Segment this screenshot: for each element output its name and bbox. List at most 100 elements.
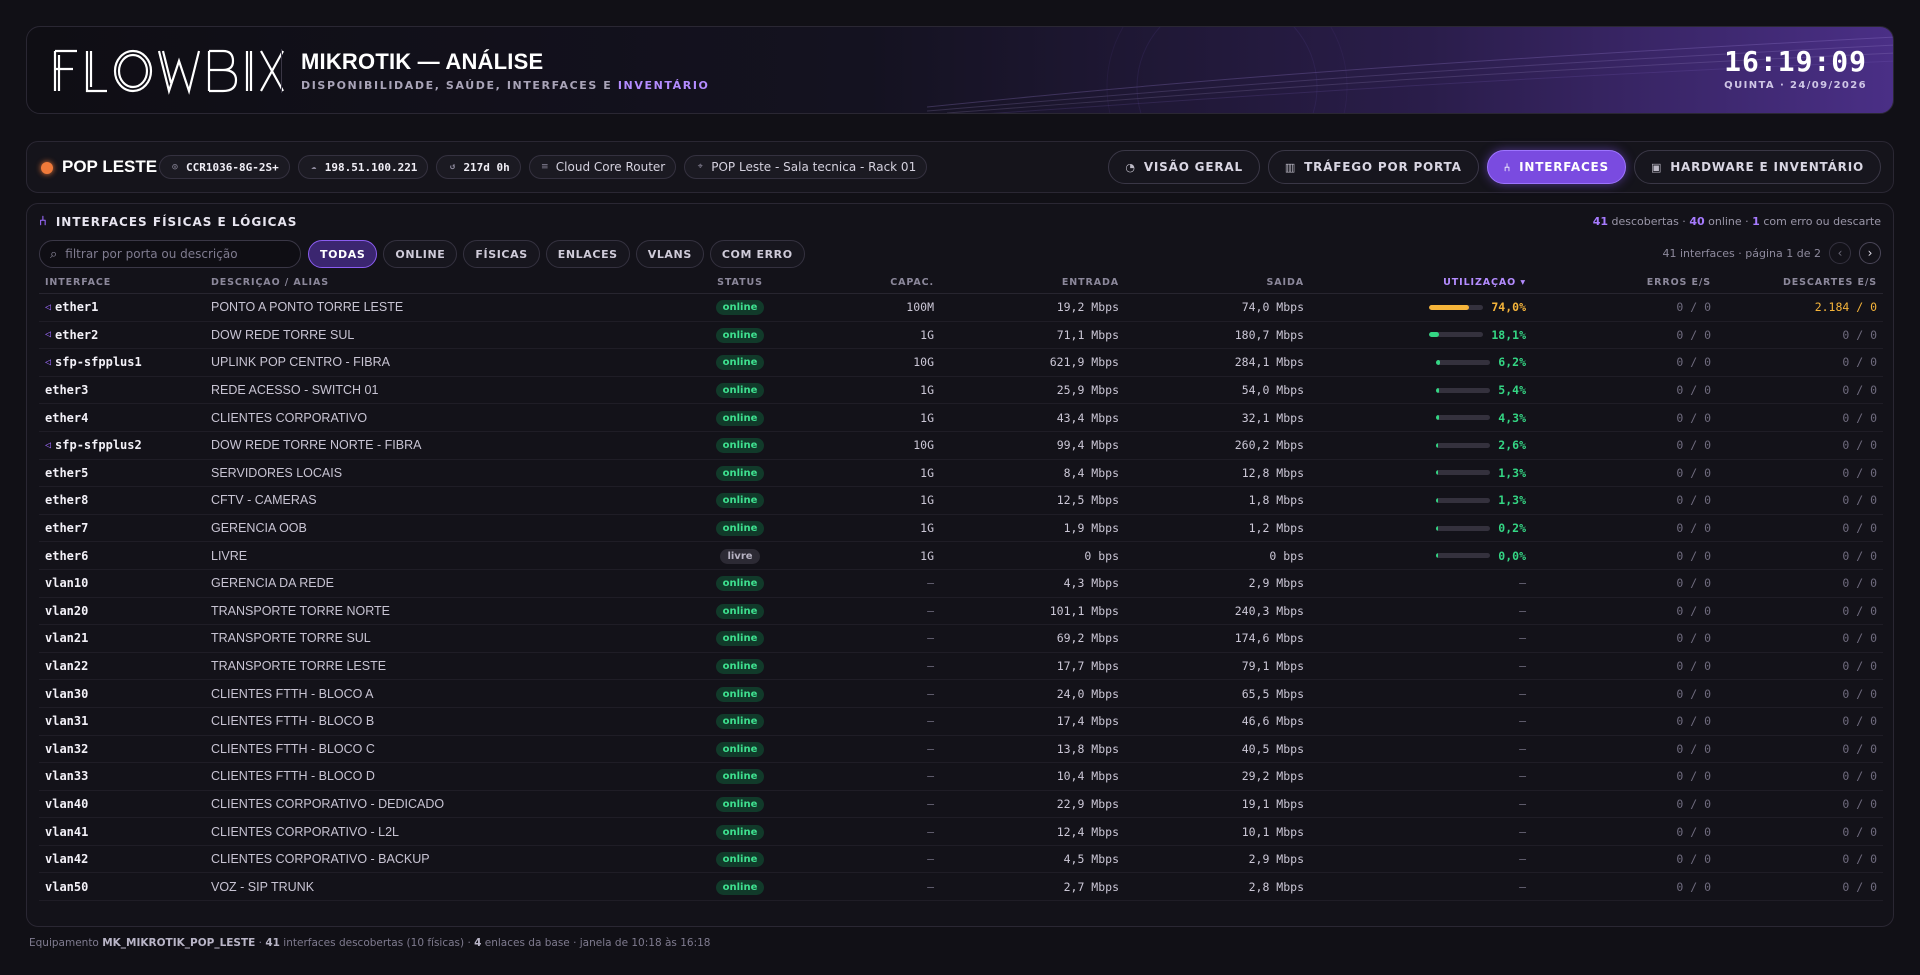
- table-row[interactable]: ether8 CFTV - CAMERAS online 1G 12,5 Mbps 1,8…: [39, 487, 1883, 515]
- chip-icon: ▣: [1651, 160, 1663, 174]
- inbound-cell: 43,4 Mbps: [1056, 410, 1119, 425]
- capacity-cell: —: [927, 879, 934, 894]
- interface-name: vlan33: [45, 769, 89, 784]
- interface-cell: ◁ sfp-sfpplus1: [39, 355, 205, 369]
- filter-online[interactable]: ONLINE: [383, 240, 458, 268]
- interface-cell: vlan40: [39, 797, 205, 811]
- table-row[interactable]: ether7 GERENCIA OOB online 1G 1,9 Mbps 1,2 Mb…: [39, 515, 1883, 543]
- tab-trafego-por-porta[interactable]: ▥ TRÁFEGO POR PORTA: [1267, 150, 1479, 184]
- outbound-cell: 2,9 Mbps: [1248, 576, 1304, 591]
- table-row[interactable]: vlan30 CLIENTES FTTH - BLOCO A online — 24,0…: [39, 680, 1883, 708]
- utilization-bar: [1429, 304, 1484, 310]
- interface-description: TRANSPORTE TORRE SUL: [211, 631, 371, 646]
- search-input[interactable]: [65, 247, 276, 261]
- next-page-button[interactable]: ›: [1859, 242, 1881, 264]
- discards-cell: 0 / 0: [1842, 521, 1877, 536]
- chevron-left-icon: ‹: [1837, 246, 1843, 260]
- utilization-fill: [1436, 359, 1440, 365]
- capacity-cell: —: [927, 769, 934, 784]
- capacity-cell: —: [927, 741, 934, 756]
- outbound-cell: 10,1 Mbps: [1241, 824, 1304, 839]
- table-body: ◁ ether1 PONTO A PONTO TORRE LESTE online 10…: [39, 294, 1883, 902]
- subtitle-text: DISPONIBILIDADE, SAÚDE, INTERFACES E: [301, 79, 618, 92]
- status-cell: online: [670, 299, 810, 316]
- filter-vlans[interactable]: VLANS: [635, 240, 704, 268]
- table-row[interactable]: vlan10 GERENCIA DA REDE online — 4,3 Mbps 2,9…: [39, 570, 1883, 598]
- utilization-cell: —: [1519, 741, 1526, 756]
- discards-cell: 2.184 / 0: [1814, 300, 1877, 315]
- utilization-value: 74,0%: [1491, 300, 1526, 315]
- col-status[interactable]: STATUS: [670, 277, 810, 288]
- table-row[interactable]: ◁ sfp-sfpplus1 UPLINK POP CENTRO - FIBRA on…: [39, 349, 1883, 377]
- pagination: 41 interfaces · página 1 de 2 ‹ ›: [1663, 242, 1881, 264]
- status-badge: online: [715, 465, 765, 481]
- col-descartes[interactable]: DESCARTES E/S: [1717, 277, 1883, 288]
- discards-cell: 0 / 0: [1842, 576, 1877, 591]
- footer-text: ·: [255, 937, 266, 949]
- capacity-cell: 10G: [913, 355, 934, 370]
- filter-fisicas[interactable]: FÍSICAS: [463, 240, 540, 268]
- tab-label: INTERFACES: [1519, 160, 1609, 174]
- table-row[interactable]: ether6 LIVRE livre 1G 0 bps 0 bps 0,0% 0 / 0 0 /…: [39, 542, 1883, 570]
- table-row[interactable]: vlan20 TRANSPORTE TORRE NORTE online — 101,1…: [39, 598, 1883, 626]
- table-row[interactable]: ether3 REDE ACESSO - SWITCH 01 online 1G 25,…: [39, 377, 1883, 405]
- interface-name: ether6: [45, 548, 89, 563]
- table-row[interactable]: ◁ ether2 DOW REDE TORRE SUL online 1G 71,1 Mb…: [39, 322, 1883, 350]
- filter-enlaces[interactable]: ENLACES: [545, 240, 630, 268]
- table-row[interactable]: ether4 CLIENTES CORPORATIVO online 1G 43,4 M…: [39, 404, 1883, 432]
- table-row[interactable]: vlan32 CLIENTES FTTH - BLOCO C online — 13,8…: [39, 736, 1883, 764]
- capacity-cell: 100M: [906, 300, 934, 315]
- filter-com-erro[interactable]: COM ERRO: [709, 240, 805, 268]
- table-row[interactable]: ◁ ether1 PONTO A PONTO TORRE LESTE online 10…: [39, 294, 1883, 322]
- table-row[interactable]: vlan21 TRANSPORTE TORRE SUL online — 69,2 Mb…: [39, 625, 1883, 653]
- tab-hardware-inventario[interactable]: ▣ HARDWARE E INVENTÁRIO: [1634, 150, 1881, 184]
- search-box: ⌕: [39, 240, 301, 268]
- col-saida[interactable]: SAÍDA: [1125, 277, 1310, 288]
- interface-cell: vlan50: [39, 880, 205, 894]
- col-utilizacao[interactable]: UTILIZAÇÃO ▾: [1310, 277, 1532, 288]
- cpu-icon: ◎: [172, 162, 178, 172]
- errors-cell: 0 / 0: [1676, 410, 1711, 425]
- utilization-fill: [1436, 415, 1439, 421]
- table-row[interactable]: vlan50 VOZ - SIP TRUNK online — 2,7 Mbps 2,8 …: [39, 873, 1883, 902]
- discards-cell: 0 / 0: [1842, 659, 1877, 674]
- discards-cell: 0 / 0: [1842, 465, 1877, 480]
- table-row[interactable]: vlan41 CLIENTES CORPORATIVO - L2L online — 1…: [39, 818, 1883, 846]
- subtitle-accent: INVENTÁRIO: [617, 79, 710, 92]
- table-row[interactable]: ether5 SERVIDORES LOCAIS online 1G 8,4 Mbps 1…: [39, 460, 1883, 488]
- capacity-cell: 1G: [920, 327, 934, 342]
- discards-cell: 0 / 0: [1842, 548, 1877, 563]
- inbound-cell: 24,0 Mbps: [1056, 686, 1119, 701]
- col-interface[interactable]: INTERFACE: [39, 277, 205, 288]
- interface-description: PONTO A PONTO TORRE LESTE: [211, 300, 404, 315]
- link-icon: ◁: [45, 301, 52, 313]
- table-row[interactable]: vlan31 CLIENTES FTTH - BLOCO B online — 17,4…: [39, 708, 1883, 736]
- utilization-fill: [1436, 553, 1438, 559]
- table-row[interactable]: vlan33 CLIENTES FTTH - BLOCO D online — 10,4…: [39, 763, 1883, 791]
- status-cell: online: [670, 520, 810, 537]
- table-row[interactable]: vlan42 CLIENTES CORPORATIVO - BACKUP onlin…: [39, 846, 1883, 874]
- tab-interfaces[interactable]: ⑃ INTERFACES: [1486, 150, 1626, 184]
- table-row[interactable]: vlan22 TRANSPORTE TORRE LESTE online — 17,7 …: [39, 653, 1883, 681]
- interface-name: vlan30: [45, 686, 89, 701]
- page-subtitle: DISPONIBILIDADE, SAÚDE, INTERFACES E INV…: [301, 79, 709, 92]
- col-entrada[interactable]: ENTRADA: [940, 277, 1125, 288]
- col-capacidade[interactable]: CAPAC.: [810, 277, 940, 288]
- inbound-cell: 17,7 Mbps: [1056, 659, 1119, 674]
- panel-title: ⑃ INTERFACES FÍSICAS E LÓGICAS: [39, 214, 297, 229]
- utilization-value: 5,4%: [1498, 383, 1526, 398]
- utilization-cell: —: [1519, 576, 1526, 591]
- table-row[interactable]: vlan40 CLIENTES CORPORATIVO - DEDICADO onl…: [39, 791, 1883, 819]
- capacity-cell: 10G: [913, 438, 934, 453]
- prev-page-button[interactable]: ‹: [1829, 242, 1851, 264]
- col-descricao[interactable]: DESCRIÇÃO / ALIAS: [205, 277, 670, 288]
- status-badge: online: [715, 631, 765, 647]
- outbound-cell: 2,9 Mbps: [1248, 852, 1304, 867]
- utilization-cell: 4,3%: [1310, 411, 1532, 425]
- tab-visao-geral[interactable]: ◔ VISÃO GERAL: [1108, 150, 1260, 184]
- filter-todas[interactable]: TODAS: [308, 240, 378, 268]
- outbound-cell: 174,6 Mbps: [1234, 631, 1304, 646]
- table-row[interactable]: ◁ sfp-sfpplus2 DOW REDE TORRE NORTE - FIBR…: [39, 432, 1883, 460]
- col-erros[interactable]: ERROS E/S: [1532, 277, 1717, 288]
- table-header: INTERFACE DESCRIÇÃO / ALIAS STATUS CAPAC…: [39, 272, 1883, 294]
